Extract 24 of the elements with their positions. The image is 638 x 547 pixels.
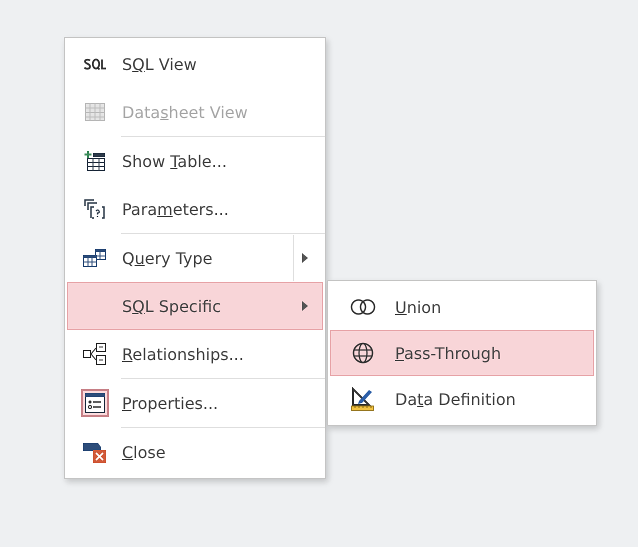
parameters-icon [84,199,106,219]
union-icon [350,299,376,315]
close-window-icon [83,441,107,463]
grid-icon [85,103,105,121]
menu-item[interactable]: Parameters... [67,185,323,233]
menu-item[interactable]: Query Type [67,234,323,282]
ruler-pen-icon [351,387,375,411]
properties-icon [85,393,105,413]
menu-item[interactable]: Union [330,284,594,330]
table-add-icon [84,151,106,171]
relationships-icon [83,343,107,365]
tables-icon [83,249,107,267]
globe-icon [352,342,374,364]
submenu-arrow-icon [302,253,308,263]
menu-item[interactable]: SQL Specific [67,282,323,330]
sql-icon [83,57,107,71]
menu-item[interactable]: Close [67,428,323,476]
menu-item[interactable]: Properties... [67,379,323,427]
submenu-arrow-icon [302,301,308,311]
menu-item[interactable]: SQL View [67,40,323,88]
menu-item[interactable]: Relationships... [67,330,323,378]
menu-item[interactable]: Data Definition [330,376,594,422]
menu-item[interactable]: Pass-Through [330,330,594,376]
menu-item[interactable]: Show Table... [67,137,323,185]
